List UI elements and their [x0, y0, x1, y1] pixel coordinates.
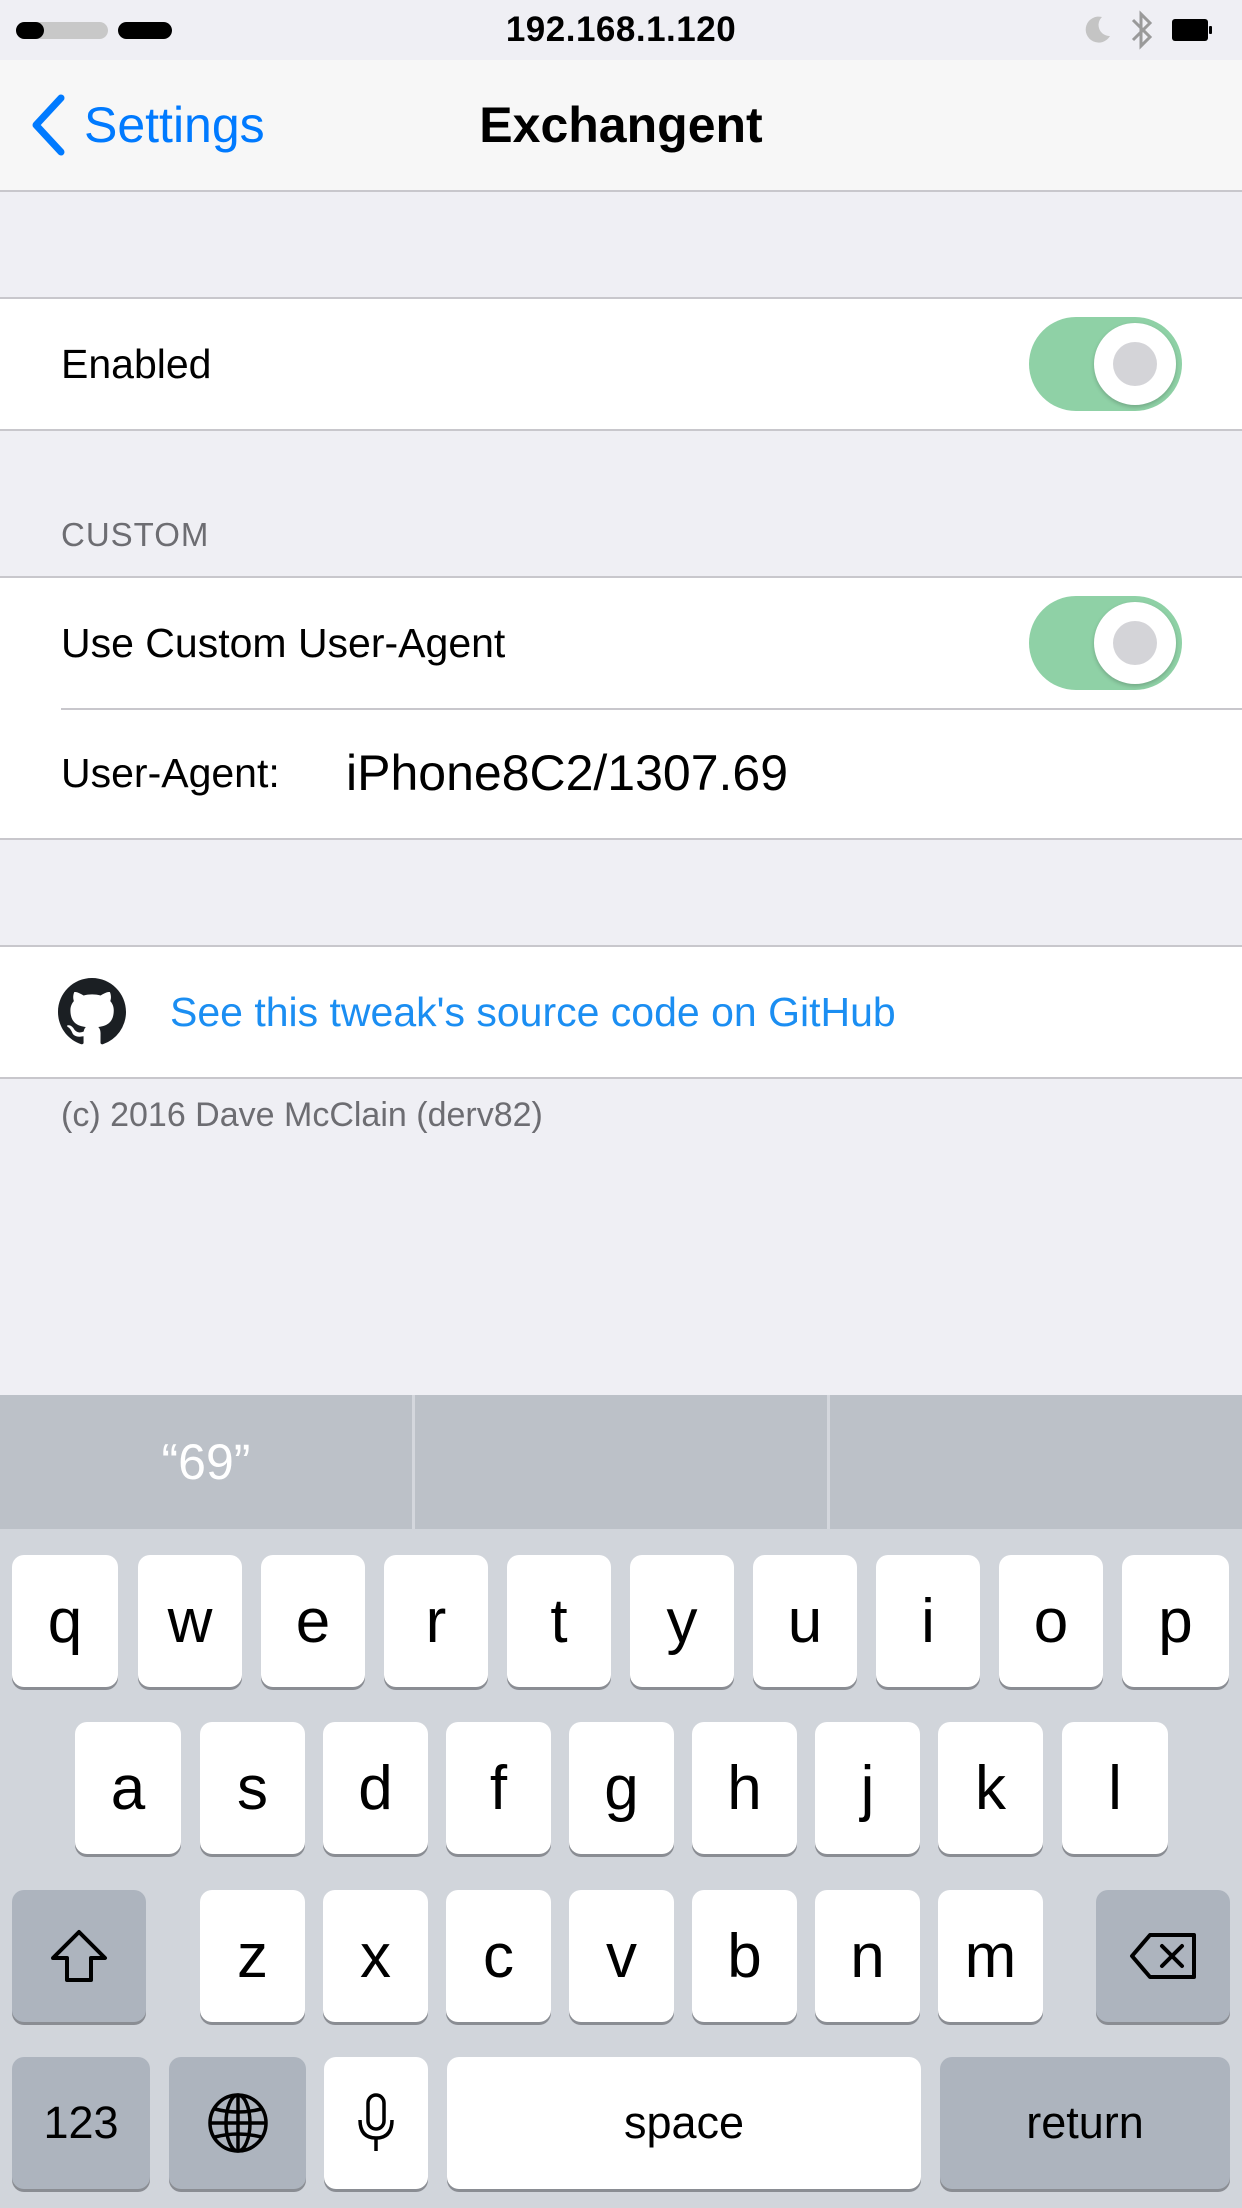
- numbers-key[interactable]: 123: [12, 2057, 150, 2189]
- user-agent-label: User-Agent:: [61, 749, 280, 796]
- key-h[interactable]: h: [692, 1722, 797, 1854]
- key-l[interactable]: l: [1062, 1722, 1168, 1854]
- page-title: Exchangent: [479, 97, 763, 153]
- bluetooth-icon: [1131, 10, 1153, 50]
- enabled-cell: Enabled: [0, 299, 1242, 429]
- shift-key[interactable]: [12, 1890, 146, 2022]
- toggle-knob: [1094, 602, 1176, 684]
- prediction-2[interactable]: [415, 1395, 830, 1529]
- key-u[interactable]: u: [753, 1555, 857, 1687]
- key-b[interactable]: b: [692, 1890, 797, 2022]
- globe-key[interactable]: [169, 2057, 306, 2189]
- key-v[interactable]: v: [569, 1890, 674, 2022]
- status-bar-title: 192.168.1.120: [505, 10, 737, 49]
- return-key[interactable]: return: [940, 2057, 1230, 2189]
- use-custom-ua-label: Use Custom User-Agent: [61, 619, 506, 666]
- navigation-bar: Settings Exchangent: [0, 60, 1242, 192]
- key-g[interactable]: g: [569, 1722, 674, 1854]
- key-z[interactable]: z: [200, 1890, 305, 2022]
- key-i[interactable]: i: [876, 1555, 980, 1687]
- copyright-footer: (c) 2016 Dave McClain (derv82): [61, 1096, 543, 1134]
- use-custom-ua-toggle[interactable]: [1029, 596, 1182, 690]
- key-q[interactable]: q: [12, 1555, 118, 1687]
- toggle-knob: [1094, 323, 1176, 405]
- status-bar: 192.168.1.120: [0, 0, 1242, 60]
- key-e[interactable]: e: [261, 1555, 365, 1687]
- github-link[interactable]: See this tweak's source code on GitHub: [170, 989, 896, 1036]
- key-m[interactable]: m: [938, 1890, 1043, 2022]
- github-group: See this tweak's source code on GitHub: [0, 945, 1242, 1079]
- enabled-group: Enabled: [0, 297, 1242, 431]
- key-d[interactable]: d: [323, 1722, 428, 1854]
- battery-icon: [1172, 19, 1212, 41]
- prediction-1[interactable]: “69”: [0, 1395, 415, 1529]
- prediction-3[interactable]: [830, 1395, 1242, 1529]
- enabled-label: Enabled: [61, 340, 212, 387]
- key-a[interactable]: a: [75, 1722, 181, 1854]
- custom-group: Use Custom User-Agent User-Agent: iPhone…: [0, 576, 1242, 840]
- space-key[interactable]: space: [447, 2057, 921, 2189]
- key-t[interactable]: t: [507, 1555, 611, 1687]
- predictive-bar: “69”: [0, 1395, 1242, 1529]
- key-w[interactable]: w: [138, 1555, 242, 1687]
- backspace-icon: [1130, 1933, 1196, 1979]
- microphone-icon: [358, 2093, 394, 2151]
- key-y[interactable]: y: [630, 1555, 734, 1687]
- github-link-cell[interactable]: See this tweak's source code on GitHub: [0, 947, 1242, 1077]
- github-icon: [58, 978, 126, 1045]
- use-custom-ua-cell: Use Custom User-Agent: [0, 578, 1242, 708]
- section-header-custom: CUSTOM: [61, 516, 210, 553]
- key-o[interactable]: o: [999, 1555, 1103, 1687]
- key-f[interactable]: f: [446, 1722, 551, 1854]
- key-c[interactable]: c: [446, 1890, 551, 2022]
- key-x[interactable]: x: [323, 1890, 428, 2022]
- status-icons: [1082, 10, 1212, 50]
- keyboard: “69” q w e r t y u i o p a s d f g h j k…: [0, 1395, 1242, 2208]
- key-k[interactable]: k: [938, 1722, 1043, 1854]
- enabled-toggle[interactable]: [1029, 317, 1182, 411]
- shift-arrow-icon: [51, 1930, 107, 1982]
- user-agent-field[interactable]: iPhone8C2/1307.69: [346, 744, 788, 802]
- user-agent-cell: User-Agent: iPhone8C2/1307.69: [0, 708, 1242, 838]
- dictation-key[interactable]: [324, 2057, 428, 2189]
- key-j[interactable]: j: [815, 1722, 920, 1854]
- key-s[interactable]: s: [200, 1722, 305, 1854]
- delete-key[interactable]: [1096, 1890, 1230, 2022]
- key-p[interactable]: p: [1122, 1555, 1229, 1687]
- key-n[interactable]: n: [815, 1890, 920, 2022]
- moon-icon: [1085, 16, 1110, 43]
- key-r[interactable]: r: [384, 1555, 488, 1687]
- globe-icon: [207, 2093, 268, 2153]
